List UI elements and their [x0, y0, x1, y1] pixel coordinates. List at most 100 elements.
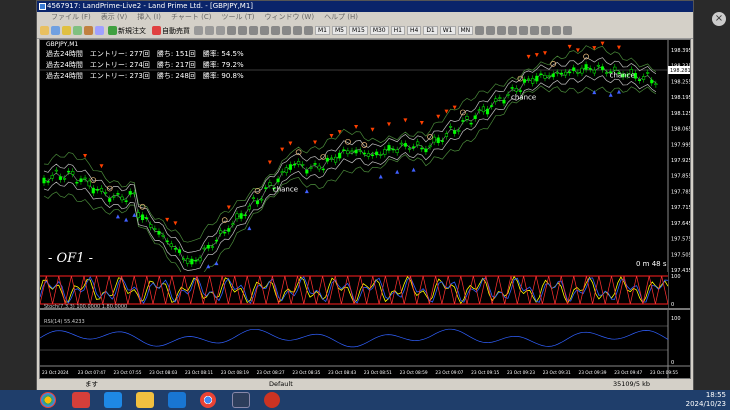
candle-body [321, 168, 325, 171]
candle-body [149, 224, 153, 228]
clock[interactable]: 18:55 2024/10/23 [686, 391, 726, 409]
tf-m30[interactable]: M30 [369, 26, 389, 35]
tf-w1[interactable]: W1 [439, 26, 456, 35]
channel-icon[interactable] [530, 26, 540, 35]
candle-body [108, 198, 112, 202]
bar-chart-icon[interactable] [194, 26, 203, 35]
stoch-level-label: 0 [671, 302, 674, 308]
fibo-icon[interactable] [541, 26, 551, 35]
candle-body [600, 66, 605, 70]
tf-m5[interactable]: M5 [332, 26, 347, 35]
status-traffic: 35109/5 kb [613, 380, 650, 388]
autotrade-button[interactable]: 自動売買 [150, 26, 192, 36]
tf-h4[interactable]: H4 [406, 26, 422, 35]
menu-chart[interactable]: チャート (C) [171, 12, 212, 23]
hline-icon[interactable] [508, 26, 518, 35]
zoom-in-icon[interactable] [227, 26, 236, 35]
start-icon[interactable] [40, 392, 56, 408]
candle-body [428, 145, 432, 148]
templates-icon[interactable] [304, 26, 313, 35]
candle-body [190, 258, 194, 265]
candle-body [387, 145, 391, 151]
signal-circle [90, 177, 97, 183]
trendline-icon[interactable] [519, 26, 529, 35]
candle-body [514, 88, 518, 92]
candle-body [646, 72, 650, 74]
new-chart-icon[interactable] [40, 26, 49, 35]
profiles-icon[interactable] [51, 26, 60, 35]
close-overlay-icon[interactable]: × [712, 12, 726, 26]
candle-body [403, 143, 407, 147]
sell-arrow [280, 147, 285, 152]
candle-body [366, 153, 370, 157]
menu-insert[interactable]: 挿入 (I) [137, 12, 161, 23]
tf-h1[interactable]: H1 [390, 26, 405, 35]
crosshair-icon[interactable] [486, 26, 496, 35]
app-icon [39, 3, 46, 10]
data-window-icon[interactable] [73, 26, 82, 35]
menu-view[interactable]: 表示 (V) [101, 12, 127, 23]
menu-window[interactable]: ウィンドウ (W) [264, 12, 314, 23]
candle-body [370, 154, 375, 157]
candle-body [251, 197, 255, 200]
autoscroll-icon[interactable] [260, 26, 269, 35]
line-chart-icon[interactable] [216, 26, 225, 35]
candle-body [95, 189, 99, 191]
candle-body [227, 228, 231, 232]
tf-m15[interactable]: M15 [349, 26, 368, 35]
sell-arrow [526, 54, 531, 59]
zoom-out-icon[interactable] [238, 26, 247, 35]
candle-body [255, 200, 260, 205]
metatrader-icon[interactable] [232, 392, 250, 408]
indicators-icon[interactable] [282, 26, 291, 35]
price-tick-label: 198.065 [671, 127, 690, 133]
tf-mn[interactable]: MN [457, 26, 474, 35]
chrome-icon[interactable] [200, 392, 216, 408]
price-chart[interactable]: 198.395198.335198.255198.195198.125198.0… [40, 40, 690, 378]
terminal-icon[interactable] [95, 26, 104, 35]
menu-tools[interactable]: ツール (T) [221, 12, 254, 23]
label-icon[interactable] [563, 26, 573, 35]
watermark: - OF1 - [48, 251, 93, 266]
periods-icon[interactable] [293, 26, 302, 35]
sell-arrow [567, 44, 572, 49]
candle-body [416, 141, 420, 146]
navigator-icon[interactable] [84, 26, 93, 35]
tf-d1[interactable]: D1 [423, 26, 438, 35]
menu-help[interactable]: ヘルプ (H) [324, 12, 358, 23]
candle-chart-icon[interactable] [205, 26, 214, 35]
explorer-icon[interactable] [136, 392, 154, 408]
cursor-icon[interactable] [475, 26, 485, 35]
candle-body [50, 174, 54, 179]
candle-body [449, 126, 453, 128]
tf-m1[interactable]: M1 [315, 26, 330, 35]
edge-icon[interactable] [168, 392, 186, 408]
candle-body [206, 244, 210, 249]
candle-body [177, 249, 182, 253]
candle-body [75, 181, 79, 184]
market-watch-icon[interactable] [62, 26, 71, 35]
vline-icon[interactable] [497, 26, 507, 35]
chart-shift-icon[interactable] [271, 26, 280, 35]
band-middle [43, 66, 657, 262]
candle-body [613, 66, 617, 71]
sell-arrow [226, 205, 231, 210]
clock-time: 18:55 [705, 391, 726, 399]
text-icon[interactable] [552, 26, 562, 35]
buy-arrow [616, 89, 621, 94]
recorder-icon[interactable] [264, 392, 280, 408]
candle-body [412, 146, 416, 148]
candle-body [338, 152, 342, 159]
tile-icon[interactable] [249, 26, 258, 35]
candle-body [473, 115, 477, 119]
buy-arrow [395, 169, 400, 174]
sell-arrow [616, 45, 621, 50]
candle-body [219, 230, 223, 234]
menu-file[interactable]: ファイル (F) [51, 12, 91, 23]
pdf-icon[interactable] [72, 392, 90, 408]
new-order-button[interactable]: 新規注文 [106, 26, 148, 36]
ie-icon[interactable] [104, 392, 122, 408]
window-title: 4567917: LandPrime-Live2 - Land Prime Lt… [47, 2, 254, 10]
chart-window[interactable]: 198.395198.335198.255198.195198.125198.0… [39, 39, 691, 379]
candle-body [297, 161, 301, 165]
